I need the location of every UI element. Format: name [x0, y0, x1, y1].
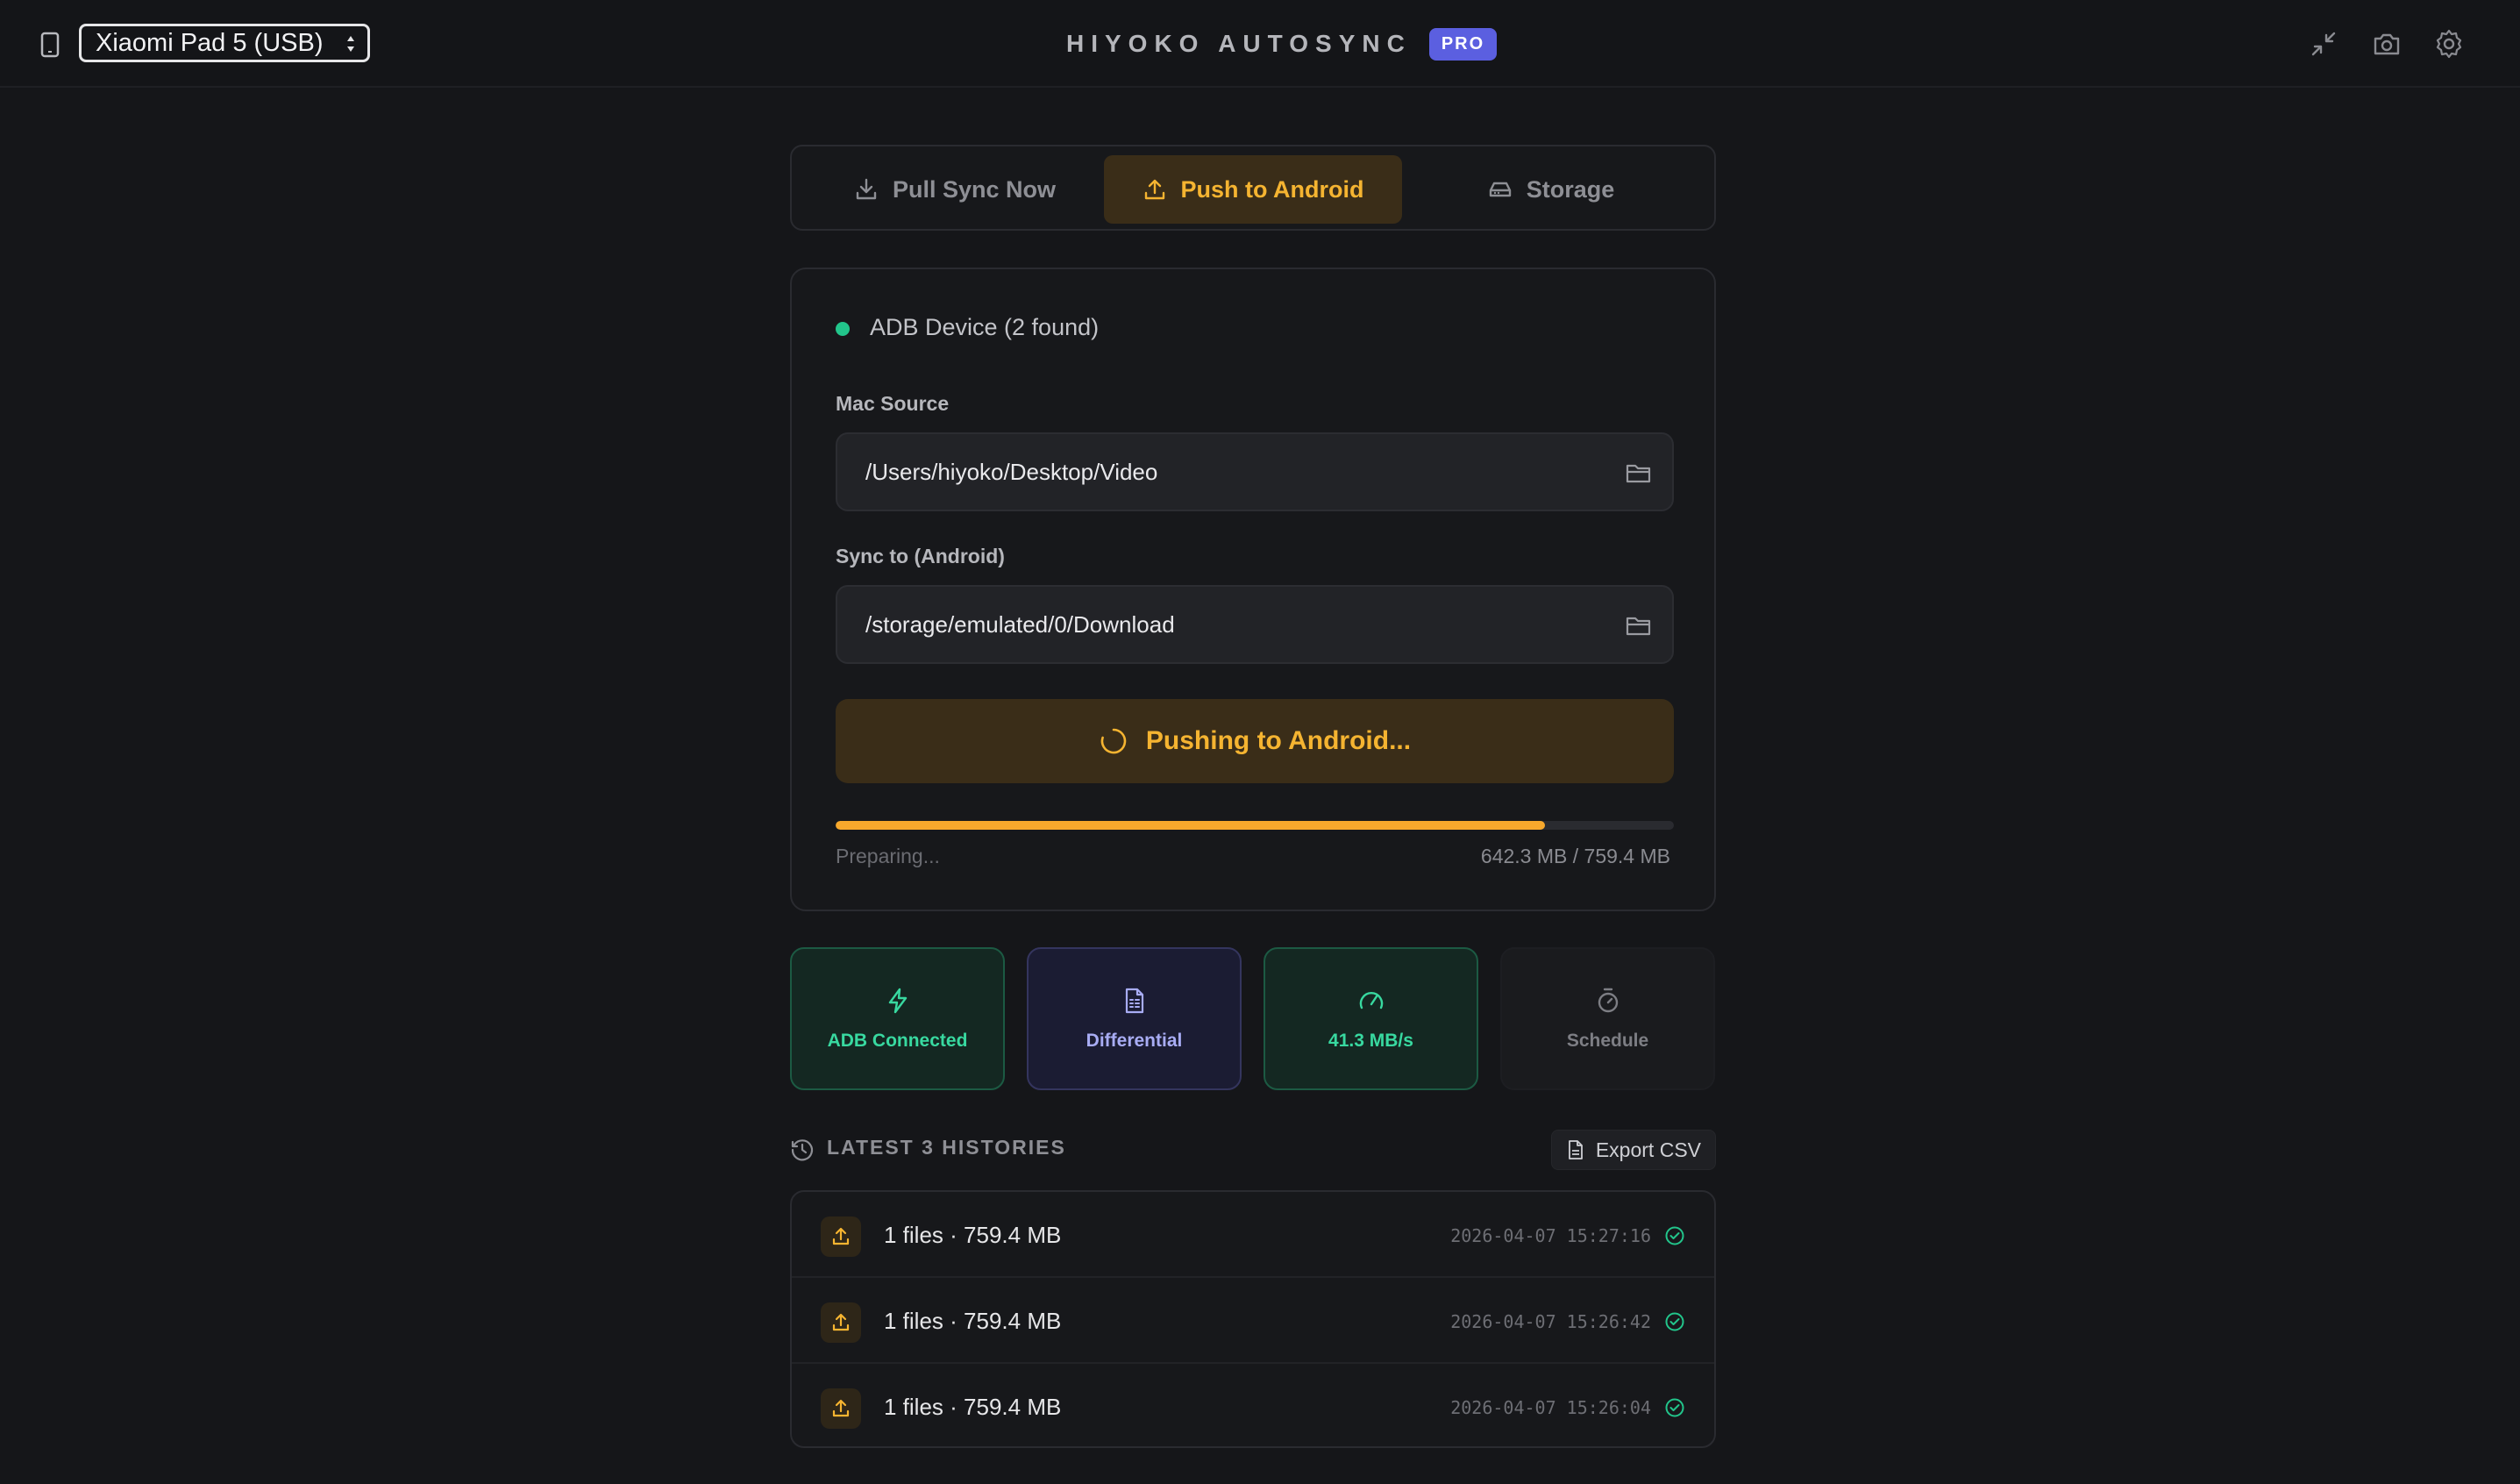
- mac-source-label: Mac Source: [836, 392, 950, 415]
- app-title: HIYOKO AUTOSYNC PRO: [1066, 26, 1498, 61]
- mac-source-field[interactable]: /Users/hiyoko/Desktop/Video: [836, 432, 1674, 511]
- history-row[interactable]: 1 files · 759.4 MB 2026-04-07 15:26:42: [792, 1278, 1714, 1364]
- tab-label: Storage: [1526, 175, 1615, 203]
- stopwatch-icon: [1598, 988, 1618, 1012]
- folder-icon[interactable]: [1625, 613, 1653, 638]
- file-icon: [1568, 1140, 1583, 1159]
- download-icon: [856, 178, 877, 200]
- device-select[interactable]: Xiaomi Pad 5 (USB): [79, 24, 370, 62]
- tab-push-android[interactable]: Push to Android: [1104, 155, 1402, 224]
- progress-size: 642.3 MB / 759.4 MB: [1480, 845, 1670, 867]
- push-button[interactable]: Pushing to Android...: [836, 699, 1674, 783]
- camera-icon[interactable]: [2371, 28, 2403, 60]
- status-dot: [836, 322, 850, 336]
- app-name: HIYOKO AUTOSYNC: [1066, 30, 1412, 57]
- tab-bar: Pull Sync Now Push to Android Storage: [790, 145, 1716, 231]
- history-timestamp: 2026-04-07 15:26:04: [1450, 1397, 1651, 1418]
- tile-label: ADB Connected: [827, 1030, 968, 1051]
- history-summary: 1 files · 759.4 MB: [884, 1222, 1062, 1248]
- device-select-value: Xiaomi Pad 5 (USB): [96, 28, 324, 57]
- history-summary: 1 files · 759.4 MB: [884, 1308, 1062, 1334]
- export-csv-label: Export CSV: [1595, 1138, 1701, 1161]
- device-status: ADB Device (2 found): [870, 314, 1100, 340]
- drive-icon: [1489, 182, 1511, 197]
- progress-status: Preparing...: [836, 845, 940, 867]
- sync-card: ADB Device (2 found) Mac Source /Users/h…: [790, 268, 1716, 911]
- tab-label: Push to Android: [1180, 175, 1364, 203]
- check-circle-icon: [1665, 1226, 1684, 1245]
- progress-fill: [836, 821, 1545, 830]
- push-button-label: Pushing to Android...: [1145, 726, 1412, 755]
- android-target-label: Sync to (Android): [836, 545, 1005, 567]
- lightning-icon: [888, 988, 907, 1013]
- pro-badge: PRO: [1428, 27, 1498, 61]
- history-row[interactable]: 1 files · 759.4 MB 2026-04-07 15:27:16: [792, 1192, 1714, 1278]
- tile-label: Schedule: [1566, 1030, 1649, 1051]
- spinner-icon: [1100, 728, 1127, 754]
- check-circle-icon: [1665, 1312, 1684, 1331]
- tile-label: 41.3 MB/s: [1328, 1030, 1413, 1051]
- upload-icon: [1144, 179, 1164, 200]
- tab-storage[interactable]: Storage: [1402, 155, 1700, 224]
- history-timestamp: 2026-04-07 15:26:42: [1450, 1311, 1651, 1332]
- top-bar: Xiaomi Pad 5 (USB) HIYOKO AUTOSYNC PRO: [0, 0, 2520, 88]
- mac-source-value: /Users/hiyoko/Desktop/Video: [865, 458, 1158, 485]
- tile-schedule[interactable]: Schedule: [1500, 947, 1715, 1090]
- tab-label: Pull Sync Now: [892, 175, 1057, 203]
- tile-differential[interactable]: Differential: [1027, 947, 1242, 1090]
- upload-icon: [821, 1216, 861, 1257]
- export-csv-button[interactable]: Export CSV: [1550, 1130, 1716, 1170]
- history-summary: 1 files · 759.4 MB: [884, 1394, 1062, 1420]
- gear-icon[interactable]: [2433, 28, 2465, 60]
- tab-pull-sync[interactable]: Pull Sync Now: [806, 155, 1104, 224]
- upload-icon: [821, 1388, 861, 1429]
- tile-speed[interactable]: 41.3 MB/s: [1264, 947, 1478, 1090]
- progress-bar: [836, 821, 1674, 830]
- history-row[interactable]: 1 files · 759.4 MB 2026-04-07 15:26:04: [792, 1364, 1714, 1446]
- tile-adb-connected[interactable]: ADB Connected: [790, 947, 1005, 1090]
- document-icon: [1125, 988, 1143, 1013]
- folder-icon[interactable]: [1625, 460, 1653, 485]
- history-header: LATEST 3 HISTORIES Export CSV: [790, 1130, 1716, 1170]
- history-icon: [791, 1139, 814, 1161]
- device-icon: [40, 32, 60, 58]
- history-timestamp: 2026-04-07 15:27:16: [1450, 1225, 1651, 1246]
- select-arrows-icon: [347, 36, 354, 52]
- minimize-icon[interactable]: [2308, 28, 2339, 60]
- check-circle-icon: [1665, 1398, 1684, 1417]
- gauge-icon: [1359, 991, 1383, 1009]
- upload-icon: [821, 1302, 861, 1343]
- history-list: 1 files · 759.4 MB 2026-04-07 15:27:16 1…: [790, 1190, 1716, 1448]
- android-target-field[interactable]: /storage/emulated/0/Download: [836, 585, 1674, 664]
- android-target-value: /storage/emulated/0/Download: [865, 610, 1175, 638]
- tile-label: Differential: [1086, 1030, 1183, 1051]
- history-title: LATEST 3 HISTORIES: [827, 1136, 1066, 1159]
